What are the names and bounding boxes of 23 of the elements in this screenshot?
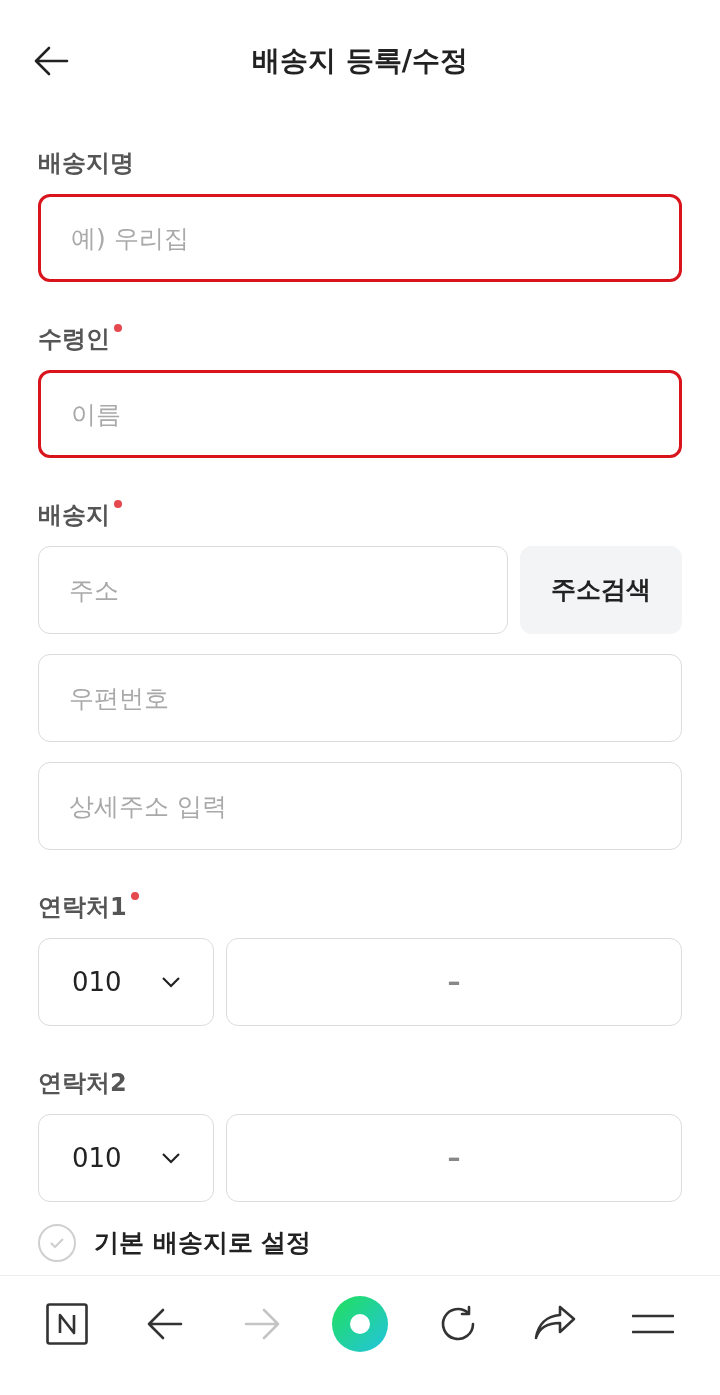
area-code-dropdown[interactable]: 010 (38, 1114, 214, 1202)
phone-number-field[interactable]: – (226, 1114, 682, 1202)
phone-number-field[interactable]: – (226, 938, 682, 1026)
field-label: 연락처2 (38, 1068, 127, 1099)
menu-icon[interactable] (631, 1313, 674, 1335)
field-label: 연락처1 (38, 892, 127, 923)
field-label: 배송지 (38, 500, 110, 531)
default-address-label: 기본 배송지로 설정 (94, 1227, 312, 1260)
address-search-button[interactable]: 주소검색 (520, 546, 682, 634)
field-label: 수령인 (38, 324, 110, 355)
chevron-down-icon (161, 976, 181, 988)
back-arrow-icon[interactable] (33, 46, 69, 76)
field-label: 배송지명 (38, 148, 134, 179)
area-code-dropdown[interactable]: 010 (38, 938, 214, 1026)
input-field[interactable]: 예) 우리집 (38, 194, 682, 282)
chevron-down-icon (161, 1152, 181, 1164)
input-field[interactable]: 이름 (38, 370, 682, 458)
separator-dash: – (447, 1141, 461, 1175)
n-logo-icon[interactable] (46, 1303, 88, 1345)
default-address-checkbox[interactable] (38, 1224, 76, 1262)
page-title: 배송지 등록/수정 (252, 43, 468, 79)
separator-dash: – (447, 965, 461, 999)
check-icon (49, 1237, 65, 1249)
